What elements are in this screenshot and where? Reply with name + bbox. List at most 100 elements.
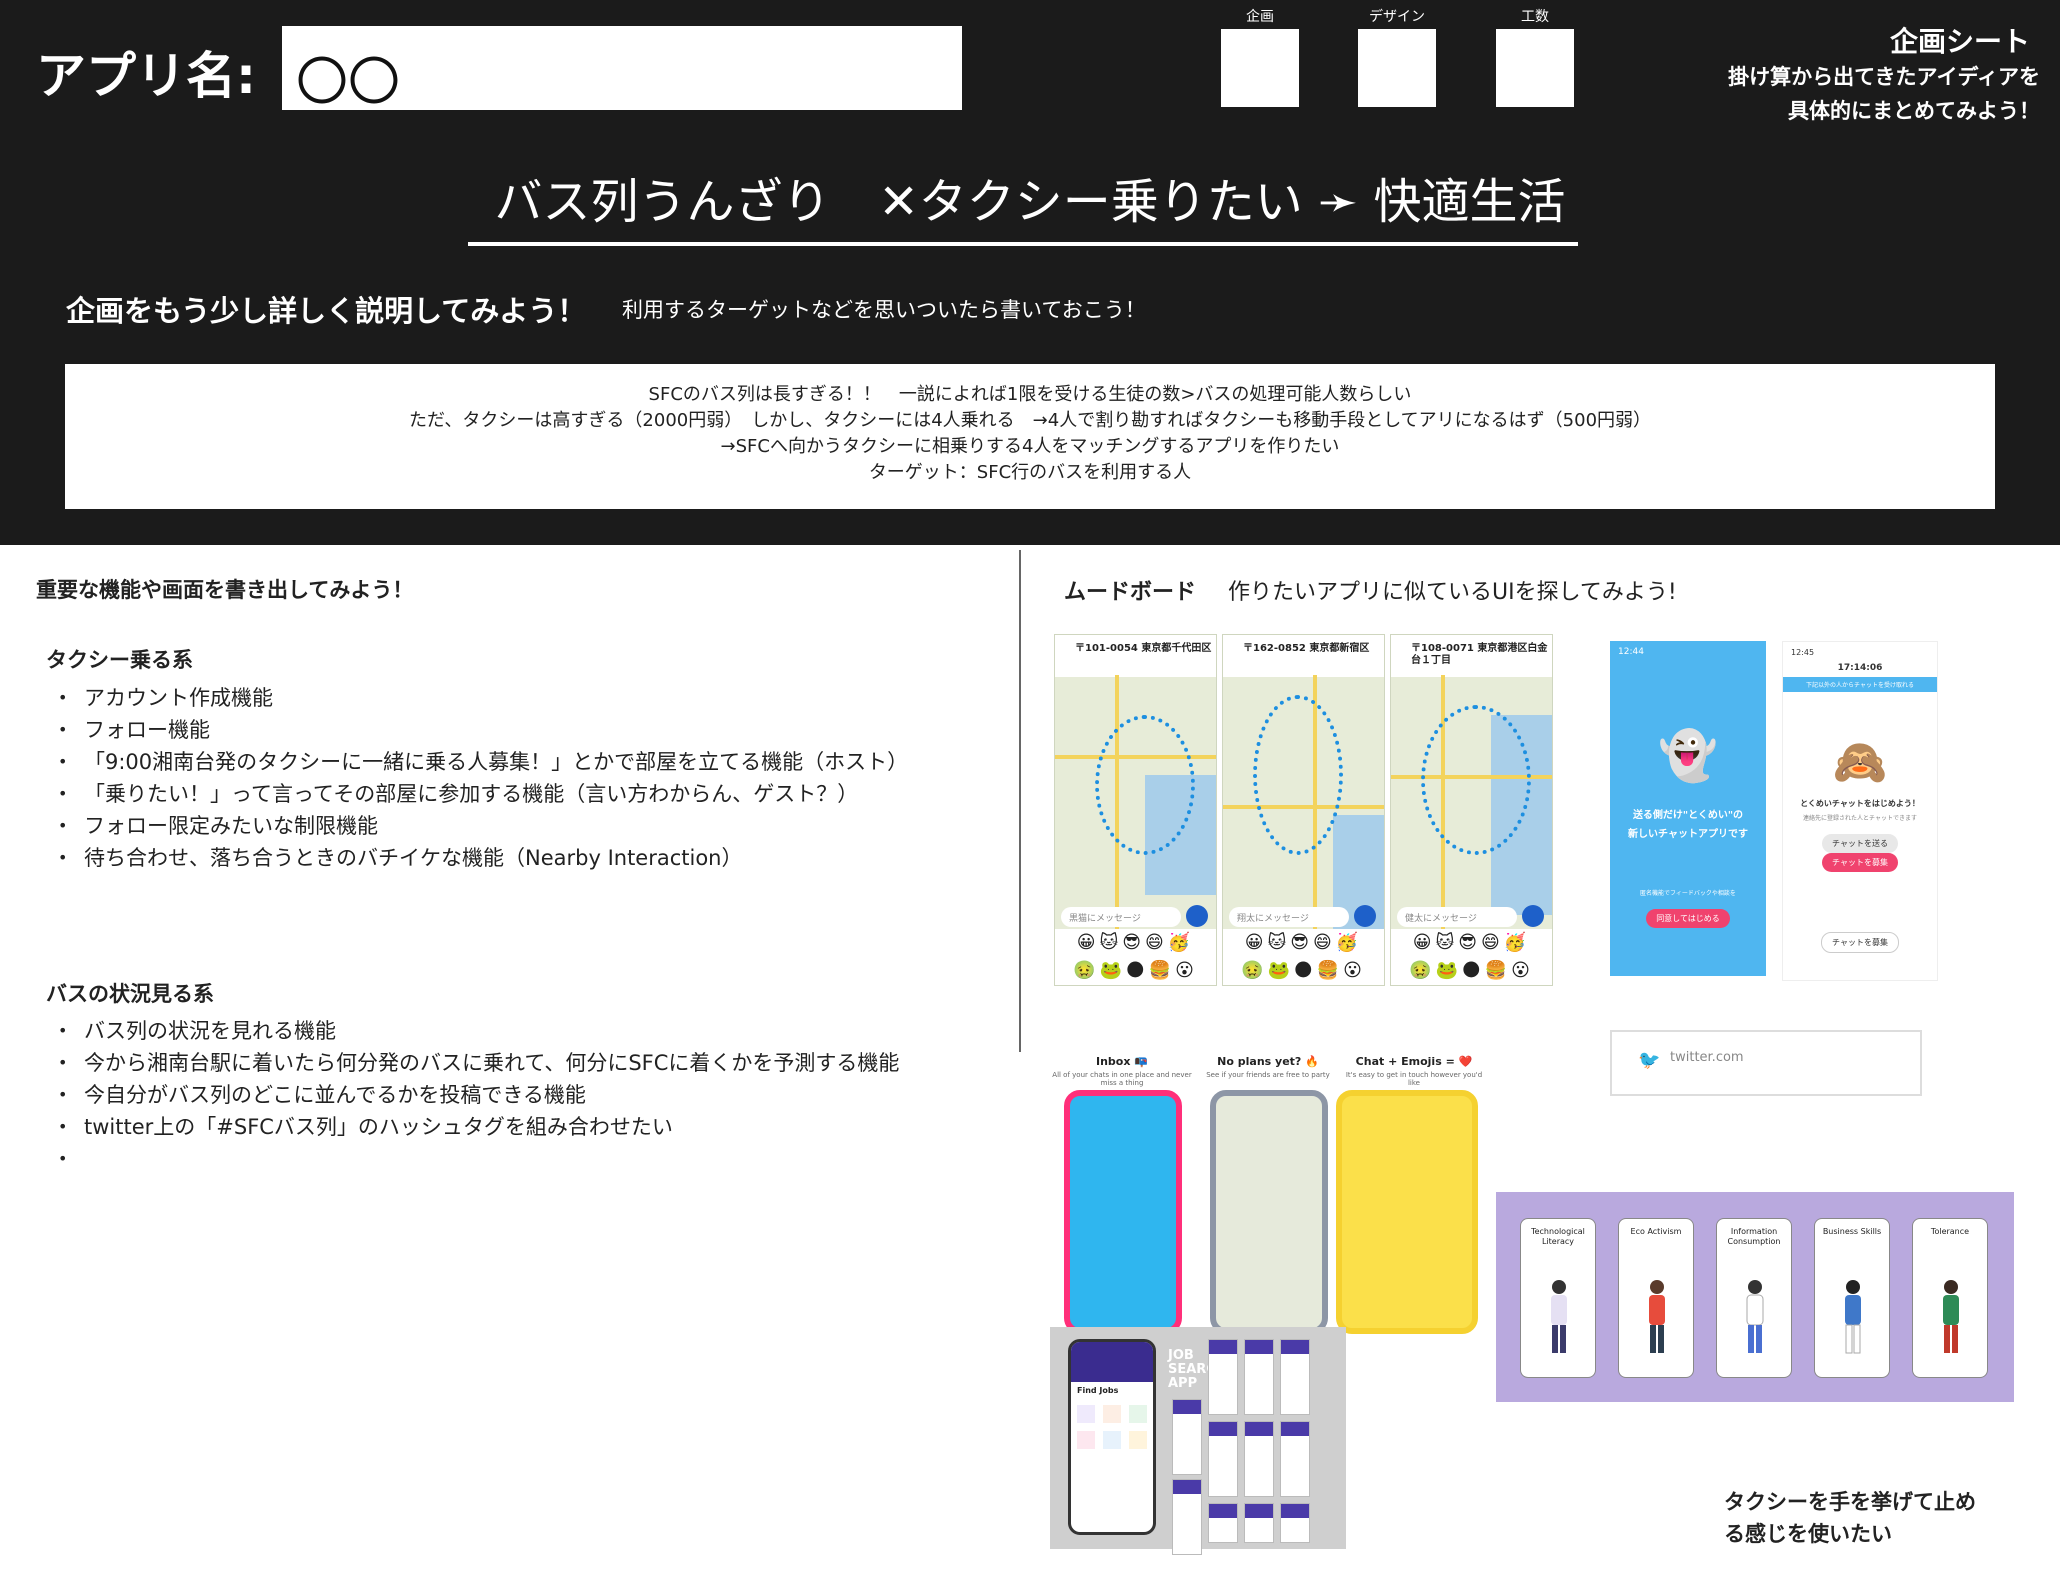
phone-caption: Inbox 📭 <box>1096 1055 1148 1068</box>
taxi-section-title: タクシー乗る系 <box>46 648 193 672</box>
splash-text-2: 新しいチャットアプリです <box>1628 829 1748 840</box>
home-sub: 連絡先に登録された人とチャットできます <box>1803 815 1917 822</box>
list-item: twitter上の「#SFCバス列」のハッシュタグを組み合わせたい <box>58 1111 899 1143</box>
job-mini-screen <box>1208 1339 1238 1415</box>
job-category-tile[interactable] <box>1077 1405 1095 1423</box>
stamp-box-design[interactable] <box>1358 29 1436 107</box>
map-app-screenshots: 〒101-0054 東京都千代田区 黒猫にメッセージ 😀🐱😎😄🥳 🤢🐸🌑🍔😮 〒… <box>1054 634 1554 986</box>
onboarding-card: Tolerance <box>1912 1218 1988 1378</box>
explain-hint: 利用するターゲットなどを思いついたら書いておこう！ <box>622 298 1146 322</box>
job-search-phone: Find Jobs <box>1068 1339 1156 1535</box>
anonymous-chat-home: 12:45 17:14:06 下記以外の人からチャットを受け取れる 🙈 とくめい… <box>1782 641 1938 981</box>
send-chat-button[interactable]: チャットを送る <box>1822 834 1898 853</box>
map-screen: 〒101-0054 東京都千代田区 黒猫にメッセージ 😀🐱😎😄🥳 🤢🐸🌑🍔😮 <box>1054 634 1217 986</box>
map-screen: 〒108-0071 東京都港区白金台１丁目 健太にメッセージ 😀🐱😎😄🥳 🤢🐸🌑… <box>1390 634 1553 986</box>
taxi-gesture-note: タクシーを手を挙げて止め る感じを使いたい <box>1724 1486 1976 1550</box>
list-item: 今から湘南台駅に着いたら何分発のバスに乗れて、何分にSFCに着くかを予測する機能 <box>58 1047 899 1079</box>
summary-line: →SFCへ向かうタクシーに相乗りする4人をマッチングするアプリを作りたい <box>720 436 1340 457</box>
job-mini-screen <box>1280 1503 1310 1543</box>
send-icon[interactable] <box>1186 905 1208 927</box>
job-mini-screen <box>1172 1479 1202 1555</box>
timer-text: 17:14:06 <box>1837 663 1883 673</box>
concept-underline <box>468 242 1578 246</box>
status-time: 12:44 <box>1618 647 1644 657</box>
job-category-tile[interactable] <box>1103 1431 1121 1449</box>
splash-small-text: 匿名機能でフィードバックや相談を <box>1640 890 1736 897</box>
onboarding-card-title: Information Consumption <box>1727 1227 1781 1246</box>
job-category-tile[interactable] <box>1129 1405 1147 1423</box>
moodboard-hint: 作りたいアプリに似ているUIを探してみよう! <box>1228 580 1677 605</box>
map-address: 〒162-0852 東京都新宿区 <box>1223 635 1384 677</box>
list-item: フォロー限定みたいな制限機能 <box>58 810 908 842</box>
phone-caption-sub: It's easy to get in touch however you'd … <box>1345 1071 1483 1087</box>
list-item: 待ち合わせ、落ち合うときのバチイケな機能（Nearby Interaction） <box>58 842 908 874</box>
sheet-subtitle-line-1: 掛け算から出てきたアイディアを <box>1728 65 2040 89</box>
phone-caption-sub: See if your friends are free to party <box>1206 1071 1330 1079</box>
home-heading: とくめいチャットをはじめよう！ <box>1800 799 1920 808</box>
person-illustration <box>1746 1280 1764 1353</box>
info-banner: 下記以外の人からチャットを受け取れる <box>1783 677 1937 692</box>
job-search-title: JOB SEARCH APP <box>1168 1348 1227 1391</box>
send-icon[interactable] <box>1354 905 1376 927</box>
concept-formula: バス列うんざり ✕タクシー乗りたい ➛ 快適生活 <box>494 174 1566 230</box>
send-icon[interactable] <box>1522 905 1544 927</box>
stamp-label-design: デザイン <box>1369 9 1425 25</box>
job-mini-screen <box>1172 1399 1202 1475</box>
recruit-chat-button[interactable]: チャットを募集 <box>1822 853 1898 872</box>
monkey-icon: 🙈 <box>1832 737 1888 788</box>
agree-button[interactable]: 同意してはじめる <box>1646 909 1730 928</box>
job-category-tile[interactable] <box>1077 1431 1095 1449</box>
emoji-row: 😀🐱😎😄🥳 🤢🐸🌑🍔😮 <box>1223 929 1384 985</box>
job-phone-title: Find Jobs <box>1077 1386 1119 1395</box>
message-input[interactable]: 健太にメッセージ <box>1397 907 1517 927</box>
twitter-embed-card[interactable]: 🐦 twitter.com <box>1610 1030 1922 1096</box>
job-mini-screen <box>1244 1421 1274 1497</box>
stamp-box-effort[interactable] <box>1496 29 1574 107</box>
job-category-tile[interactable] <box>1129 1431 1147 1449</box>
app-name-label: アプリ名: <box>36 47 256 105</box>
emoji-row: 😀🐱😎😄🥳 🤢🐸🌑🍔😮 <box>1391 929 1552 985</box>
map-route <box>1095 715 1195 855</box>
emoji-row-top: 😀🐱😎😄🥳 <box>1244 932 1363 953</box>
recruit-chat-button-bottom[interactable]: チャットを募集 <box>1821 932 1899 953</box>
person-illustration <box>1551 1280 1567 1353</box>
column-divider <box>1019 550 1021 1052</box>
onboarding-card-title: Technological Literacy <box>1531 1227 1585 1246</box>
emoji-row-top: 😀🐱😎😄🥳 <box>1076 932 1195 953</box>
person-illustration <box>1845 1280 1861 1354</box>
sheet-subtitle-line-2: 具体的にまとめてみよう！ <box>1788 99 2040 123</box>
summary-textbox[interactable]: SFCのバス列は長すぎる！！ 一説によれば1限を受ける生徒の数>バスの処理可能人… <box>65 364 1995 509</box>
phone-caption: Chat + Emojis = ❤️ <box>1355 1055 1473 1068</box>
summary-line: ただ、タクシーは高すぎる（2000円弱） しかし、タクシーには4人乗れる →4人… <box>408 410 1652 431</box>
list-item: フォロー機能 <box>58 714 908 746</box>
job-mini-screen <box>1244 1503 1274 1543</box>
message-input[interactable]: 翔太にメッセージ <box>1229 907 1349 927</box>
ghost-icon: 👻 <box>1658 728 1718 784</box>
list-item: アカウント作成機能 <box>58 682 908 714</box>
stamp-box-plan[interactable] <box>1221 29 1299 107</box>
map-screen: 〒162-0852 東京都新宿区 翔太にメッセージ 😀🐱😎😄🥳 🤢🐸🌑🍔😮 <box>1222 634 1385 986</box>
emoji-row-bottom: 🤢🐸🌑🍔😮 <box>1241 960 1366 981</box>
onboarding-card-title: Tolerance <box>1930 1227 1970 1236</box>
onboarding-card: Business Skills <box>1814 1218 1890 1378</box>
stamp-label-plan: 企画 <box>1246 9 1274 25</box>
stamp-label-effort: 工数 <box>1521 9 1549 25</box>
inbox-phone <box>1064 1090 1182 1334</box>
job-category-tile[interactable] <box>1103 1405 1121 1423</box>
app-name-field[interactable]: 〇〇 <box>282 26 962 113</box>
bus-section-title: バスの状況見る系 <box>46 982 214 1006</box>
job-mini-screen <box>1208 1503 1238 1543</box>
twitter-url[interactable]: twitter.com <box>1670 1050 1744 1065</box>
status-time: 12:45 <box>1791 648 1815 657</box>
list-item: バス列の状況を見れる機能 <box>58 1015 899 1047</box>
explain-title: 企画をもう少し詳しく説明してみよう！ <box>66 294 587 328</box>
bus-feature-list: バス列の状況を見れる機能 今から湘南台駅に着いたら何分発のバスに乗れて、何分にS… <box>58 1015 899 1175</box>
job-phone-header <box>1071 1342 1153 1382</box>
message-input[interactable]: 黒猫にメッセージ <box>1061 907 1181 927</box>
job-category-grid <box>1071 1399 1153 1455</box>
job-mini-screen <box>1280 1339 1310 1415</box>
phone-caption-sub: All of your chats in one place and never… <box>1052 1071 1192 1087</box>
summary-line: SFCのバス列は長すぎる！！ 一説によれば1限を受ける生徒の数>バスの処理可能人… <box>648 384 1412 405</box>
list-item: 「乗りたい！」って言ってその部屋に参加する機能（言い方わからん、ゲスト？） <box>58 778 908 810</box>
anonymous-chat-splash: 12:44 👻 送る側だけ"とくめい"の 新しいチャットアプリです 匿名機能でフ… <box>1610 641 1766 976</box>
